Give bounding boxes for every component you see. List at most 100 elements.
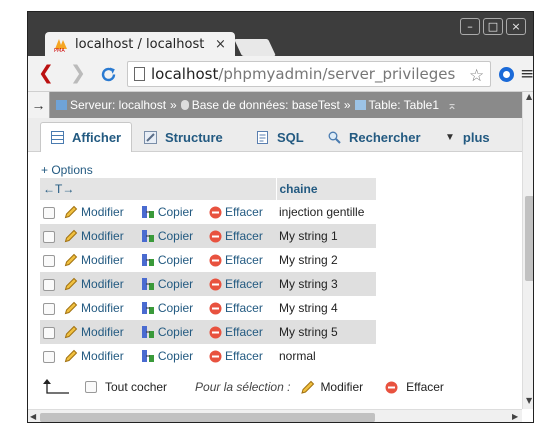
row-copy-link[interactable]: Copier xyxy=(137,344,207,368)
pencil-icon xyxy=(64,278,78,291)
table-row[interactable]: Modifier Copier Effacer My string 5 xyxy=(40,320,376,344)
row-checkbox[interactable] xyxy=(43,206,55,219)
scroll-down-icon[interactable]: ▼ xyxy=(526,396,532,405)
breadcrumb-server[interactable]: Serveur: localhost xyxy=(70,98,166,112)
pencil-icon xyxy=(64,326,78,339)
row-copy-link[interactable]: Copier xyxy=(137,248,207,272)
row-copy-link[interactable]: Copier xyxy=(137,320,207,344)
column-header-chaine[interactable]: chaine xyxy=(276,178,377,200)
tab-plus[interactable]: ▼ plus xyxy=(435,122,505,152)
sort-arrows-header[interactable]: ←T→ xyxy=(40,178,277,200)
search-icon xyxy=(328,131,341,144)
delete-icon xyxy=(209,326,222,339)
row-edit-link[interactable]: Modifier xyxy=(61,296,138,320)
row-select-cell[interactable] xyxy=(40,296,62,320)
breadcrumb-table[interactable]: Table: Table1 xyxy=(369,98,440,112)
row-edit-link[interactable]: Modifier xyxy=(61,224,138,248)
browser-tab[interactable]: PMA localhost / localhost × xyxy=(45,32,235,56)
bookmark-star-icon[interactable]: ☆ xyxy=(469,66,484,86)
row-copy-link[interactable]: Copier xyxy=(137,200,207,224)
table-row[interactable]: Modifier Copier Effacer My string 2 xyxy=(40,248,376,272)
navigation-toggle-icon[interactable]: → xyxy=(28,92,50,118)
pencil-icon xyxy=(64,206,78,219)
row-select-cell[interactable] xyxy=(40,200,62,224)
copy-label: Copier xyxy=(157,204,194,219)
row-select-cell[interactable] xyxy=(40,272,62,296)
row-delete-link[interactable]: Effacer xyxy=(206,344,276,368)
horizontal-scrollbar[interactable]: ◀ ▶ xyxy=(28,409,522,422)
row-checkbox[interactable] xyxy=(43,302,55,315)
column-header-label: chaine xyxy=(279,182,318,196)
row-delete-link[interactable]: Effacer xyxy=(206,320,276,344)
tab-close-icon[interactable]: × xyxy=(215,37,226,52)
horizontal-scroll-thumb[interactable] xyxy=(40,413,375,422)
row-checkbox[interactable] xyxy=(43,278,55,291)
collapse-icon[interactable]: ⌅ xyxy=(447,98,457,112)
reload-icon[interactable] xyxy=(100,66,117,83)
row-delete-link[interactable]: Effacer xyxy=(206,296,276,320)
breadcrumb-database[interactable]: Base de données: baseTest xyxy=(192,98,340,112)
bulk-edit-button[interactable]: Modifier xyxy=(320,380,363,394)
menu-icon[interactable]: ≡ xyxy=(520,64,533,84)
delete-label: Effacer xyxy=(225,276,263,291)
row-edit-link[interactable]: Modifier xyxy=(61,320,138,344)
bulk-delete-button[interactable]: Effacer xyxy=(406,380,444,394)
check-all-label[interactable]: Tout cocher xyxy=(105,380,167,394)
close-window-button[interactable]: × xyxy=(506,18,526,35)
row-checkbox[interactable] xyxy=(43,350,55,363)
row-edit-link[interactable]: Modifier xyxy=(61,272,138,296)
vertical-scroll-thumb[interactable] xyxy=(525,196,533,281)
new-tab-button[interactable] xyxy=(234,39,276,56)
row-delete-link[interactable]: Effacer xyxy=(206,272,276,296)
delete-icon xyxy=(209,254,222,267)
vertical-scrollbar[interactable]: ▲ ▼ xyxy=(522,92,533,409)
copy-label: Copier xyxy=(157,252,194,267)
row-checkbox[interactable] xyxy=(43,326,55,339)
bulk-actions-bar: Tout cocher Pour la sélection : Modifier… xyxy=(43,376,513,398)
edit-label: Modifier xyxy=(81,228,124,243)
row-select-cell[interactable] xyxy=(40,344,62,368)
check-all-checkbox[interactable] xyxy=(85,381,97,393)
row-delete-link[interactable]: Effacer xyxy=(206,248,276,272)
row-select-cell[interactable] xyxy=(40,224,62,248)
table-row[interactable]: Modifier Copier Effacer injection gentille xyxy=(40,200,376,224)
delete-label: Effacer xyxy=(225,348,263,363)
row-edit-link[interactable]: Modifier xyxy=(61,200,138,224)
edit-label: Modifier xyxy=(81,300,124,315)
extension-icon[interactable] xyxy=(498,66,515,83)
tab-structure[interactable]: Structure xyxy=(134,122,244,152)
cell-chaine: My string 1 xyxy=(276,224,376,248)
row-copy-link[interactable]: Copier xyxy=(137,272,207,296)
row-select-cell[interactable] xyxy=(40,320,62,344)
edit-label: Modifier xyxy=(81,204,124,219)
sort-arrows: ←T→ xyxy=(43,182,75,196)
row-checkbox[interactable] xyxy=(43,254,55,267)
options-link[interactable]: + Options xyxy=(41,163,93,177)
minimize-button[interactable]: – xyxy=(460,18,480,35)
row-copy-link[interactable]: Copier xyxy=(137,224,207,248)
forward-arrow-icon[interactable]: ❯ xyxy=(70,63,86,83)
scroll-left-icon[interactable]: ◀ xyxy=(30,412,36,421)
table-row[interactable]: Modifier Copier Effacer My string 1 xyxy=(40,224,376,248)
table-row[interactable]: Modifier Copier Effacer My string 4 xyxy=(40,296,376,320)
browser-titlebar: PMA localhost / localhost × – □ × xyxy=(28,12,533,56)
cell-chaine: My string 2 xyxy=(276,248,376,272)
tab-afficher[interactable]: Afficher xyxy=(40,122,132,152)
scroll-up-icon[interactable]: ▲ xyxy=(526,92,532,101)
row-checkbox[interactable] xyxy=(43,230,55,243)
row-delete-link[interactable]: Effacer xyxy=(206,200,276,224)
scroll-right-icon[interactable]: ▶ xyxy=(512,412,518,421)
maximize-button[interactable]: □ xyxy=(483,18,503,35)
table-tabs: Afficher Structure SQL Rechercher ▼ plus xyxy=(28,118,522,152)
row-delete-link[interactable]: Effacer xyxy=(206,224,276,248)
row-edit-link[interactable]: Modifier xyxy=(61,248,138,272)
row-select-cell[interactable] xyxy=(40,248,62,272)
table-row[interactable]: Modifier Copier Effacer My string 3 xyxy=(40,272,376,296)
back-arrow-icon[interactable]: ❮ xyxy=(38,63,54,83)
row-copy-link[interactable]: Copier xyxy=(137,296,207,320)
address-bar[interactable]: localhost /phpmyadmin/server_privileges xyxy=(127,61,491,87)
tab-sql[interactable]: SQL xyxy=(246,122,316,152)
row-edit-link[interactable]: Modifier xyxy=(61,344,138,368)
tab-rechercher[interactable]: Rechercher xyxy=(318,122,431,152)
table-row[interactable]: Modifier Copier Effacer normal xyxy=(40,344,376,368)
